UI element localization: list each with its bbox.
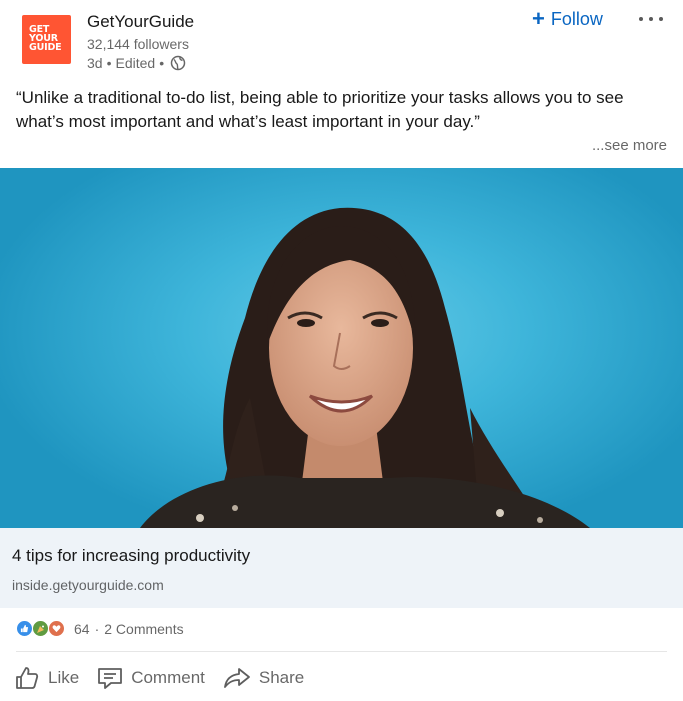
meta-separator: • [106,55,112,71]
like-icon[interactable] [16,620,33,637]
follow-button[interactable]: + Follow [532,8,603,30]
thumbs-up-icon [16,667,39,689]
share-button[interactable]: Share [223,660,304,696]
plus-icon: + [532,6,545,31]
post-text: “Unlike a traditional to-do list, being … [16,88,624,131]
like-label: Like [48,668,80,687]
link-title[interactable]: 4 tips for increasing productivity [12,546,250,566]
share-arrow-icon [223,668,250,688]
social-counts: 64 · 2 Comments [16,620,184,637]
post-meta: 3d • Edited • [87,55,186,71]
action-bar: Like Comment Share [14,660,322,696]
company-name[interactable]: GetYourGuide [87,12,194,32]
follow-label: Follow [550,8,603,29]
link-preview-card[interactable]: 4 tips for increasing productivity insid… [0,528,683,608]
comment-icon [98,668,123,689]
celebrate-icon[interactable] [32,620,49,637]
feed-post: GET YOUR GUIDE GetYourGuide 32,144 follo… [0,0,683,701]
see-more-link[interactable]: ...see more [592,137,667,154]
portrait-photo [140,207,590,528]
share-label: Share [258,668,305,687]
like-button[interactable]: Like [14,660,79,696]
more-options-icon[interactable] [637,14,665,24]
company-logo[interactable]: GET YOUR GUIDE [22,15,71,64]
edited-label: Edited [115,55,156,71]
divider [16,651,667,652]
count-separator: · [94,620,100,637]
comment-label: Comment [131,668,205,687]
logo-line: GUIDE [29,42,62,53]
article-image[interactable] [0,168,683,528]
link-domain: inside.getyourguide.com [12,577,164,593]
globe-icon [170,55,186,71]
reaction-count[interactable]: 64 [74,621,90,637]
meta-separator: • [159,55,165,71]
comment-button[interactable]: Comment [97,660,205,696]
follower-count: 32,144 followers [87,36,189,52]
post-time: 3d [87,55,103,71]
love-icon[interactable] [48,620,65,637]
comment-count[interactable]: 2 Comments [104,621,183,637]
